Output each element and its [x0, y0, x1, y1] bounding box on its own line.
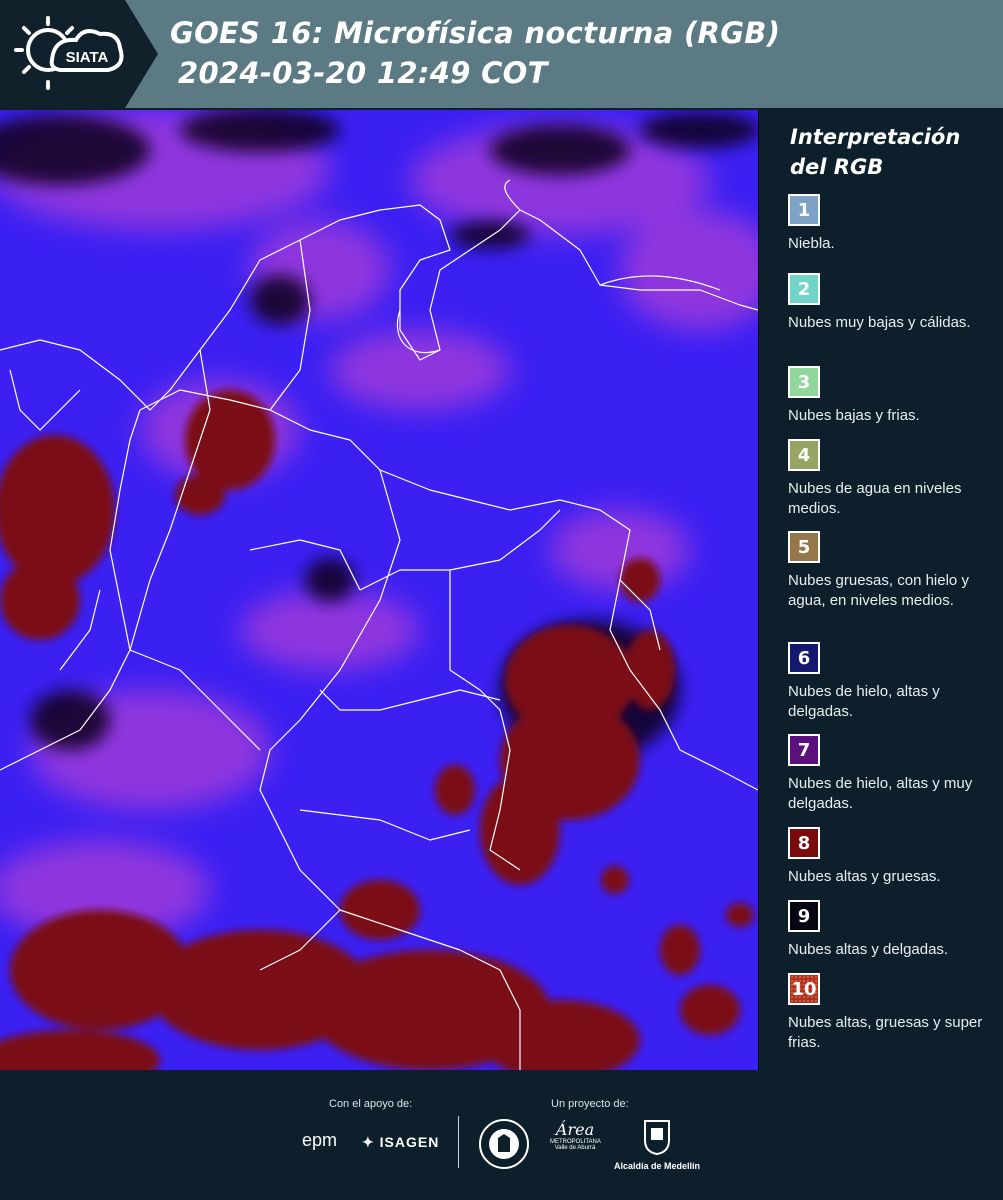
area-metropolitana-logo: Área METROPOLITANA Valle de Aburrá	[550, 1120, 601, 1151]
legend-title: Interpretación del RGB	[790, 125, 961, 179]
alcaldia-medellin-logo: Alcaldía de Medellín	[612, 1118, 702, 1171]
legend-label-3: Nubes bajas y frias.	[788, 407, 920, 424]
legend-swatch-3: 3	[788, 366, 820, 398]
legend-item-2: 2 Nubes muy bajas y cálidas.	[788, 273, 998, 333]
logo-tab: SIATA	[0, 0, 160, 108]
legend-item-6: 6 Nubes de hielo, altas y delgadas.	[788, 642, 998, 722]
legend-label-8: Nubes altas y gruesas.	[788, 868, 941, 885]
legend-item-8: 8 Nubes altas y gruesas.	[788, 827, 998, 887]
page-timestamp: 2024-03-20 12:49 COT	[178, 56, 548, 90]
legend-item-5: 5 Nubes gruesas, con hielo y agua, en ni…	[788, 531, 998, 611]
header: SIATA GOES 16: Microfísica nocturna (RGB…	[0, 0, 1003, 108]
satellite-map	[0, 110, 759, 1070]
siata-logo-text: SIATA	[66, 49, 109, 66]
legend-swatch-6: 6	[788, 642, 820, 674]
page-title: GOES 16: Microfísica nocturna (RGB)	[170, 16, 781, 50]
legend-item-9: 9 Nubes altas y delgadas.	[788, 900, 998, 960]
legend-label-7: Nubes de hielo, altas y muy delgadas.	[788, 775, 973, 812]
legend-label-2: Nubes muy bajas y cálidas.	[788, 314, 971, 331]
legend-swatch-2: 2	[788, 273, 820, 305]
legend-label-1: Niebla.	[788, 235, 835, 252]
legend-label-6: Nubes de hielo, altas y delgadas.	[788, 683, 940, 720]
footer: Con el apoyo de: Un proyecto de: epm ✦ I…	[0, 1070, 1003, 1200]
legend-item-7: 7 Nubes de hielo, altas y muy delgadas.	[788, 734, 998, 814]
university-seal	[478, 1118, 530, 1175]
legend-item-3: 3 Nubes bajas y frias.	[788, 366, 998, 426]
legend-swatch-5: 5	[788, 531, 820, 563]
isagen-icon: ✦	[362, 1134, 375, 1150]
legend-label-5: Nubes gruesas, con hielo y agua, en nive…	[788, 572, 969, 609]
support-label: Con el apoyo de:	[329, 1098, 413, 1110]
medellin-shield-icon	[644, 1120, 670, 1156]
legend-label-10: Nubes altas, gruesas y super frias.	[788, 1014, 983, 1051]
legend-swatch-1: 1	[788, 194, 820, 226]
legend-swatch-8: 8	[788, 827, 820, 859]
legend-swatch-9: 9	[788, 900, 820, 932]
legend-item-4: 4 Nubes de agua en niveles medios.	[788, 439, 998, 519]
legend-item-10: 10 Nubes altas, gruesas y super frias.	[788, 973, 998, 1053]
legend-swatch-10: 10	[788, 973, 820, 1005]
legend-panel: Interpretación del RGB 1 Niebla. 2 Nubes…	[760, 110, 1003, 1070]
legend-item-1: 1 Niebla.	[788, 194, 998, 254]
legend-label-4: Nubes de agua en niveles medios.	[788, 480, 962, 517]
epm-logo: epm	[302, 1130, 338, 1150]
legend-label-9: Nubes altas y delgadas.	[788, 941, 949, 958]
legend-swatch-4: 4	[788, 439, 820, 471]
footer-separator	[458, 1116, 459, 1168]
legend-swatch-7: 7	[788, 734, 820, 766]
isagen-logo: ✦ ISAGEN	[362, 1134, 440, 1150]
project-label: Un proyecto de:	[551, 1098, 629, 1110]
